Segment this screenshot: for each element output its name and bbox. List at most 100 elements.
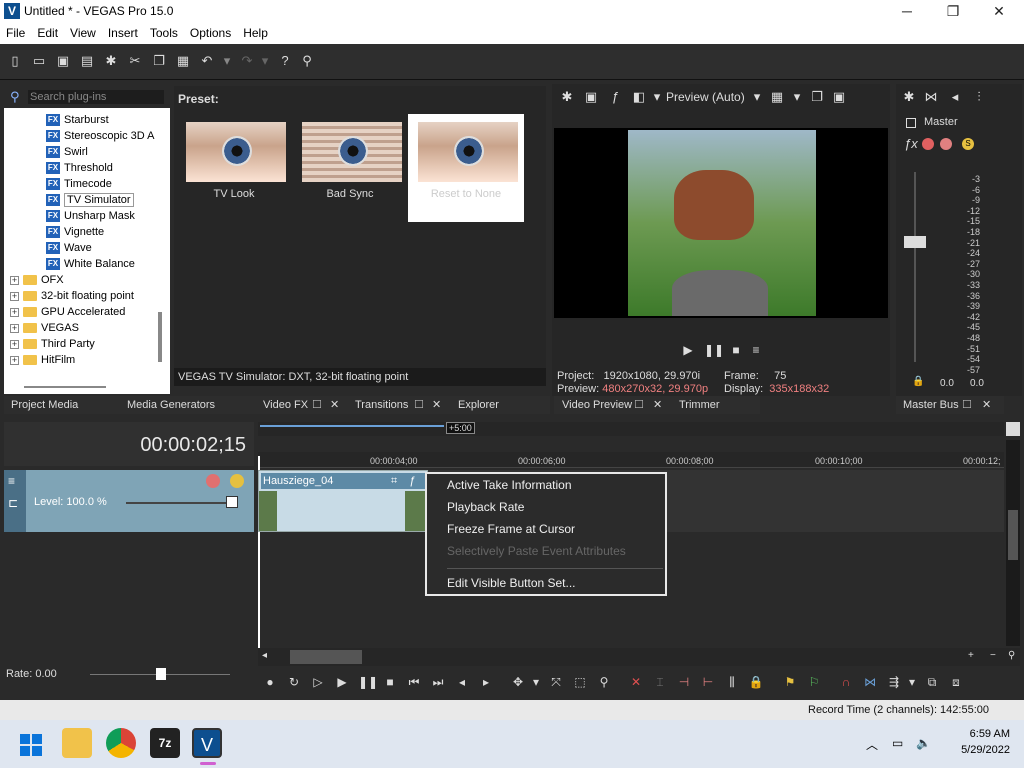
vegas-taskbar-icon[interactable]: V bbox=[192, 728, 222, 758]
envelope-tool-icon[interactable]: ⤧ bbox=[548, 674, 564, 690]
menu-freeze-frame-at-cursor[interactable]: Freeze Frame at Cursor bbox=[447, 522, 575, 536]
expand-icon[interactable]: + bbox=[10, 339, 19, 349]
vscroll-thumb[interactable] bbox=[1008, 510, 1018, 560]
redo-dropdown-icon[interactable]: ▾ bbox=[258, 54, 272, 68]
snapping-magnet-icon[interactable]: ∩ bbox=[838, 674, 854, 690]
windows-start-icon[interactable] bbox=[20, 734, 42, 756]
rate-slider-handle[interactable] bbox=[156, 668, 166, 680]
copy-icon[interactable]: ❐ bbox=[152, 54, 166, 68]
tab-transitions[interactable]: Transitions bbox=[355, 396, 408, 414]
tab-media-generators[interactable]: Media Generators bbox=[127, 396, 215, 414]
tab-video-preview[interactable]: Video Preview bbox=[562, 396, 632, 414]
tab-close-icon[interactable]: ✕ bbox=[432, 396, 441, 414]
master-fader-handle[interactable] bbox=[904, 236, 926, 248]
volume-icon[interactable]: 🔈 bbox=[916, 736, 931, 750]
tab-undock-icon[interactable]: ☐ bbox=[634, 396, 644, 414]
maximize-button[interactable]: ❐ bbox=[930, 0, 976, 24]
tab-close-icon[interactable]: ✕ bbox=[330, 396, 339, 414]
dim-output-icon[interactable]: ◂ bbox=[948, 90, 962, 104]
copy-snapshot-icon[interactable]: ❐ bbox=[810, 90, 824, 104]
minimize-button[interactable]: ─ bbox=[884, 0, 930, 24]
preview-quality-select[interactable]: Preview (Auto) bbox=[666, 90, 745, 104]
plugin-folder[interactable]: + Third Party bbox=[10, 336, 95, 352]
mute-icon[interactable] bbox=[940, 138, 952, 150]
go-to-start-icon[interactable]: ⏮ bbox=[406, 674, 422, 690]
video-fx-icon[interactable]: ƒ bbox=[608, 90, 622, 104]
save-icon[interactable]: ▣ bbox=[56, 54, 70, 68]
trim-end-icon[interactable]: ⊢ bbox=[700, 674, 716, 690]
pan-crop-icon[interactable]: ⌗ bbox=[391, 475, 397, 488]
tab-master-bus[interactable]: Master Bus bbox=[903, 396, 959, 414]
scroll-left-icon[interactable]: ◂ bbox=[262, 650, 267, 661]
show-hidden-icons-icon[interactable]: ︿ bbox=[866, 736, 878, 753]
timeline-options-icon[interactable] bbox=[1006, 422, 1020, 436]
file-explorer-icon[interactable] bbox=[62, 728, 92, 758]
plugin-folder[interactable]: + GPU Accelerated bbox=[10, 304, 125, 320]
menu-active-take-information[interactable]: Active Take Information bbox=[447, 478, 572, 492]
tab-trimmer[interactable]: Trimmer bbox=[679, 396, 720, 414]
expand-icon[interactable]: + bbox=[10, 275, 19, 285]
undo-dropdown-icon[interactable]: ▾ bbox=[220, 54, 234, 68]
track-mute-icon[interactable] bbox=[206, 474, 220, 488]
solo-icon[interactable]: S bbox=[962, 138, 974, 150]
plugin-folder[interactable]: + HitFilm bbox=[10, 352, 75, 368]
preview-menu-icon[interactable]: ≡ bbox=[748, 342, 764, 358]
pause-icon[interactable]: ❚❚ bbox=[358, 674, 378, 690]
video-output-icon[interactable]: ▣ bbox=[584, 90, 598, 104]
edit-tool-icon[interactable]: ✥ bbox=[510, 674, 526, 690]
lock-icon[interactable]: 🔒 bbox=[748, 674, 764, 690]
plugin-item[interactable]: FX Unsharp Mask bbox=[46, 208, 135, 224]
taskbar-date[interactable]: 5/29/2022 bbox=[946, 744, 1010, 756]
zoom-tool-icon[interactable]: ⚲ bbox=[596, 674, 612, 690]
overlays-dropdown-icon[interactable]: ▾ bbox=[790, 90, 804, 104]
tab-video-fx[interactable]: Video FX bbox=[263, 396, 308, 414]
plugin-item[interactable]: FX Timecode bbox=[46, 176, 112, 192]
plugin-search-input[interactable]: Search plug-ins bbox=[28, 90, 164, 104]
menu-edit-visible-button-set[interactable]: Edit Visible Button Set... bbox=[447, 576, 576, 590]
previous-frame-icon[interactable]: ◂ bbox=[454, 674, 470, 690]
tab-close-icon[interactable]: ✕ bbox=[982, 396, 991, 414]
split-icon[interactable]: ⫼ bbox=[724, 674, 740, 690]
master-fader-track[interactable] bbox=[914, 172, 916, 362]
menu-view[interactable]: View bbox=[64, 24, 102, 42]
play-icon[interactable]: ▶ bbox=[680, 342, 696, 358]
redo-icon[interactable]: ↷ bbox=[240, 54, 254, 68]
master-checkbox[interactable] bbox=[906, 118, 916, 128]
7zip-icon[interactable]: 7z bbox=[150, 728, 180, 758]
loop-region-bar[interactable] bbox=[260, 425, 444, 427]
split-dropdown-icon[interactable]: ▾ bbox=[650, 90, 664, 104]
menu-playback-rate[interactable]: Playback Rate bbox=[447, 500, 524, 514]
plugin-item[interactable]: FX Swirl bbox=[46, 144, 88, 160]
tree-scrollbar[interactable] bbox=[158, 312, 162, 362]
paste-icon[interactable]: ▦ bbox=[176, 54, 190, 68]
timeline-vscrollbar[interactable] bbox=[1006, 440, 1020, 646]
plugin-item[interactable]: FX White Balance bbox=[46, 256, 135, 272]
expand-icon[interactable]: + bbox=[10, 291, 19, 301]
region-icon[interactable]: ⚐ bbox=[806, 674, 822, 690]
chrome-icon[interactable] bbox=[106, 728, 136, 758]
master-fx-icon[interactable]: ƒx bbox=[904, 136, 918, 151]
new-file-icon[interactable]: ▯ bbox=[8, 54, 22, 68]
plugin-item[interactable]: FX Stereoscopic 3D A bbox=[46, 128, 155, 144]
expand-icon[interactable]: + bbox=[10, 307, 19, 317]
mixer-icon[interactable]: ⫶ bbox=[972, 90, 986, 104]
menu-edit[interactable]: Edit bbox=[31, 24, 64, 42]
track-expand-icon[interactable]: ⊏ bbox=[8, 496, 18, 510]
split-screen-icon[interactable]: ◧ bbox=[632, 90, 646, 104]
selection-tool-icon[interactable]: ⬚ bbox=[572, 674, 588, 690]
play-from-start-icon[interactable]: ▷ bbox=[310, 674, 326, 690]
downmix-icon[interactable]: ⋈ bbox=[924, 90, 938, 104]
tool-dropdown-icon[interactable]: ▾ bbox=[528, 674, 544, 690]
menu-options[interactable]: Options bbox=[184, 24, 237, 42]
tab-explorer[interactable]: Explorer bbox=[458, 396, 499, 414]
marker-icon[interactable]: ⚑ bbox=[782, 674, 798, 690]
preset-bad-sync[interactable]: Bad Sync bbox=[292, 114, 408, 222]
delete-icon[interactable]: ✕ bbox=[628, 674, 644, 690]
quality-dropdown-icon[interactable]: ▾ bbox=[750, 90, 764, 104]
close-button[interactable]: ✕ bbox=[976, 0, 1022, 24]
tree-hscrollbar[interactable] bbox=[24, 386, 106, 388]
zoom-in-icon[interactable]: + bbox=[968, 650, 974, 661]
properties-gear-icon[interactable]: ✱ bbox=[104, 54, 118, 68]
zoom-out-icon[interactable]: − bbox=[990, 650, 996, 661]
tab-project-media[interactable]: Project Media bbox=[11, 396, 78, 414]
